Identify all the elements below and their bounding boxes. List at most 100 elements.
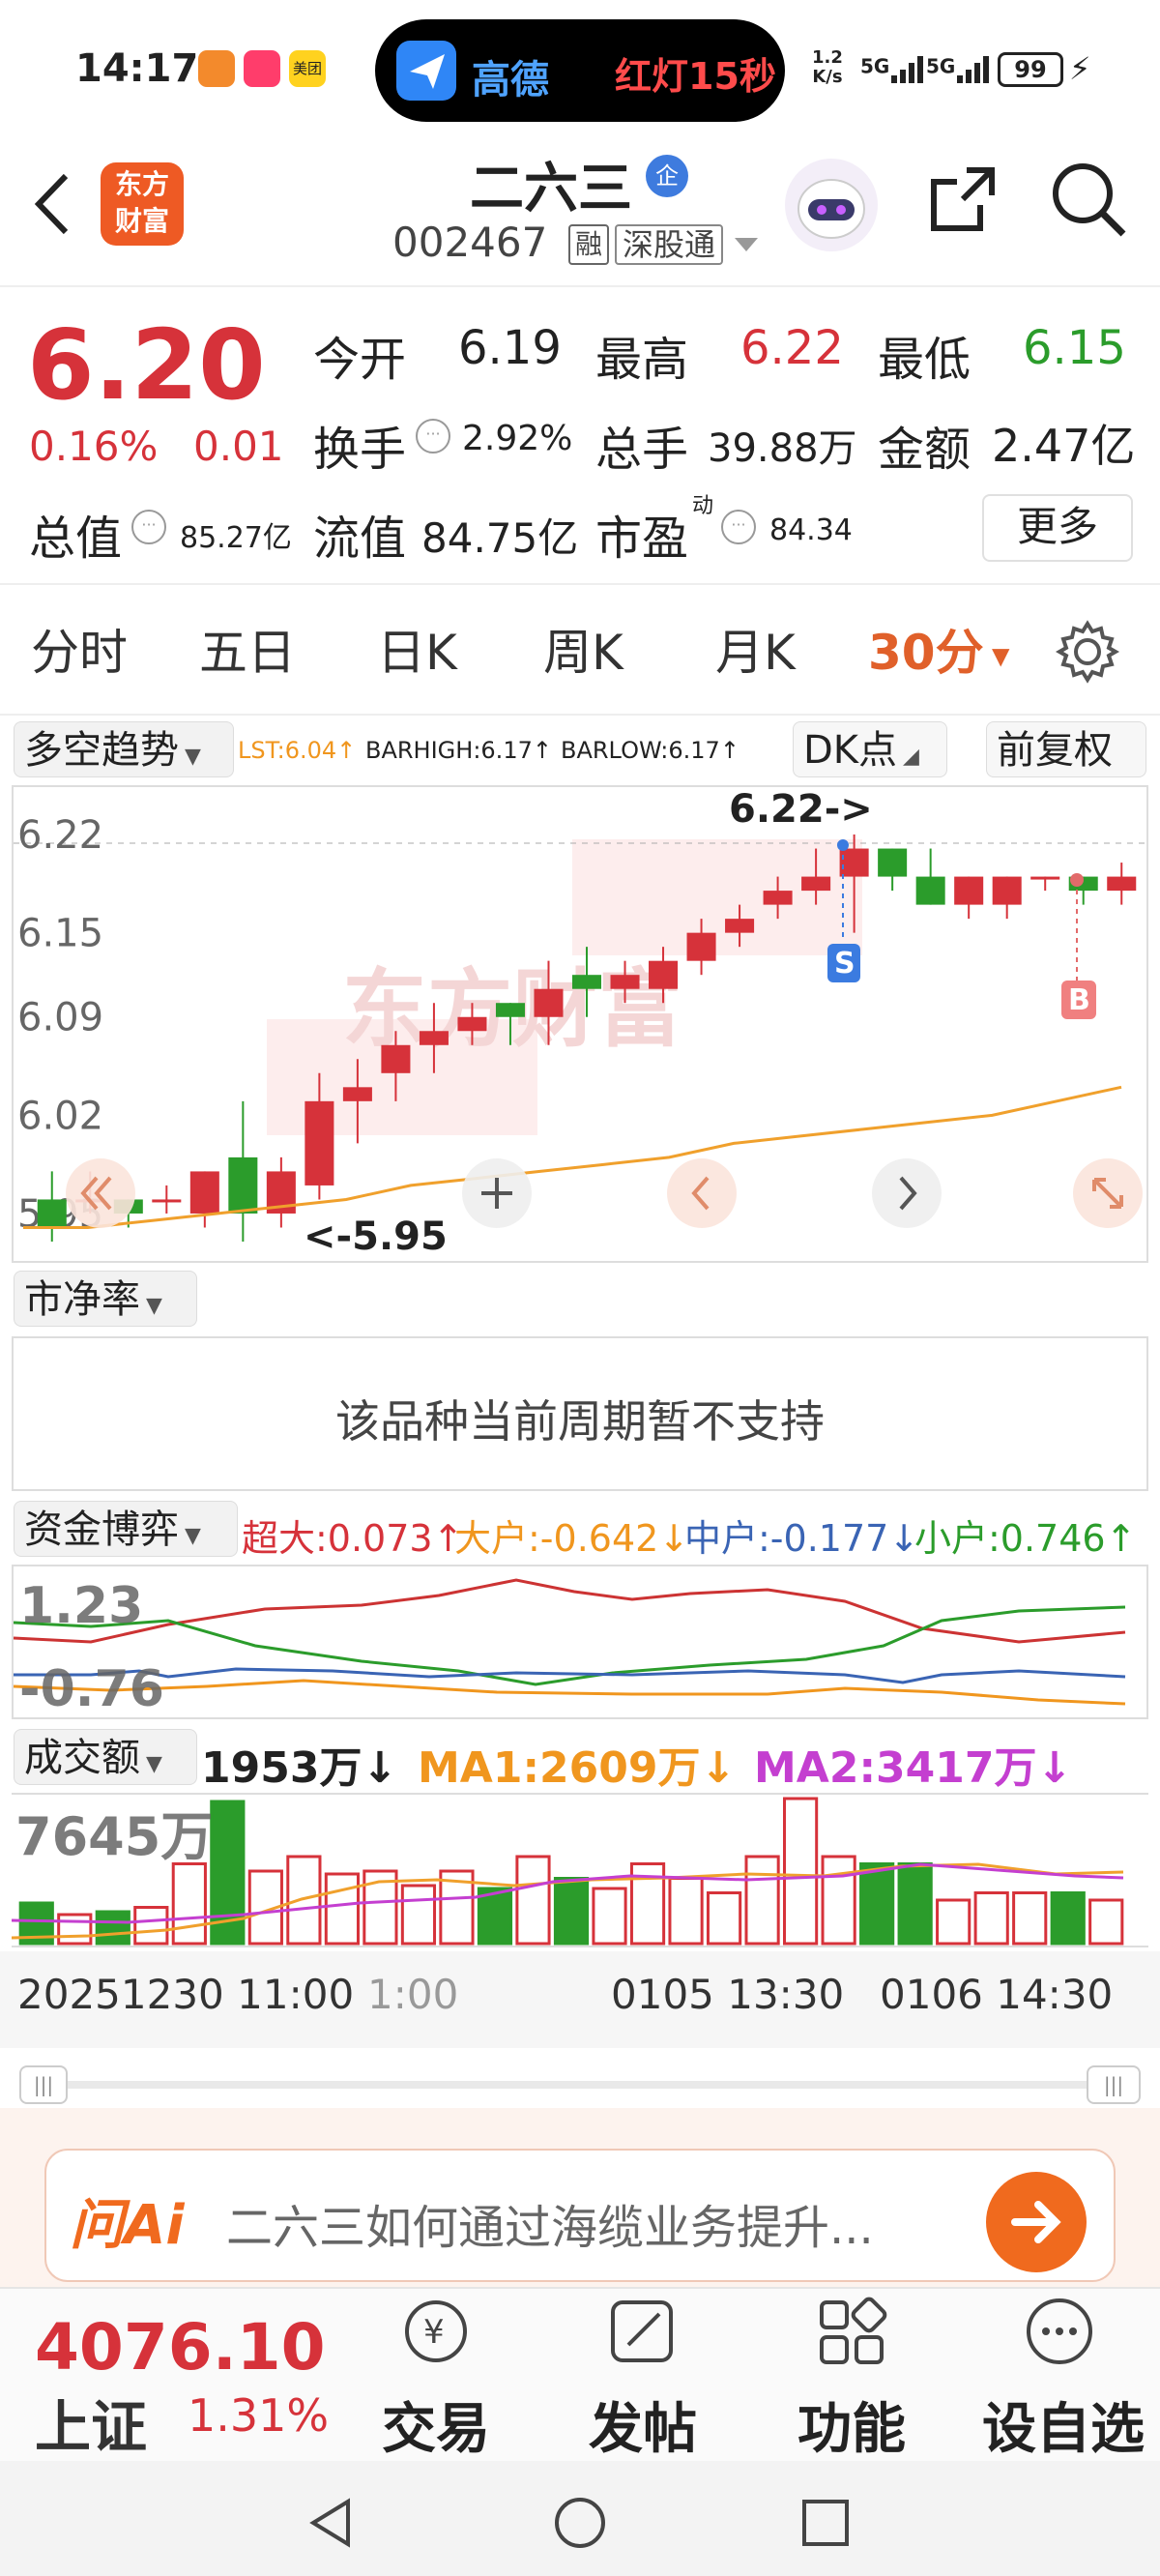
- x-axis: 20251230 11:00 1:00 0105 13:30 0106 14:3…: [0, 1951, 1160, 2048]
- nav-trade[interactable]: ¥ 交易: [363, 2289, 508, 2463]
- volume-ma1: MA1:2609万↓: [418, 1743, 737, 1793]
- slider-right-handle[interactable]: |||: [1087, 2065, 1141, 2104]
- tab-monthly-k[interactable]: 月K: [715, 614, 796, 684]
- volume-bar: [1050, 1891, 1086, 1946]
- total-mv-info-icon[interactable]: ···: [131, 510, 166, 544]
- ai-robot-avatar[interactable]: [785, 159, 878, 251]
- candle: [1107, 863, 1137, 905]
- more-button[interactable]: 更多: [982, 494, 1133, 562]
- eastmoney-logo[interactable]: 东方 财富: [101, 162, 184, 246]
- fullscreen-icon[interactable]: [1073, 1158, 1143, 1228]
- volume-bar: [515, 1855, 551, 1946]
- prev-icon[interactable]: [667, 1158, 737, 1228]
- svg-text:¥: ¥: [423, 2313, 445, 2352]
- more-icon: [1027, 2298, 1092, 2364]
- candle: [266, 1156, 296, 1228]
- fund-dropdown[interactable]: 资金博弈 ▼: [14, 1501, 238, 1557]
- scroll-left-icon[interactable]: [66, 1158, 135, 1228]
- fund-ytop-label: 1.23: [19, 1577, 143, 1635]
- total-mv-label: 总值: [29, 512, 123, 566]
- index-name[interactable]: 上证: [35, 2382, 147, 2463]
- volume-bar: [400, 1884, 437, 1946]
- volume-bar: [973, 1891, 1009, 1946]
- open-label: 今开: [313, 333, 407, 387]
- chevron-down-icon[interactable]: [733, 236, 760, 255]
- volume-chart-panel[interactable]: 7645万: [11, 1793, 1148, 1947]
- volume-indicator-row: 成交额 ▼ 1953万↓ MA1:2609万↓ MA2:3417万↓: [0, 1725, 1160, 1793]
- status-time: 14:17: [75, 46, 199, 91]
- settings-gear-icon[interactable]: [1056, 620, 1119, 684]
- unsupported-message: 该品种当前周期暂不支持: [335, 1395, 825, 1448]
- exchange-tag[interactable]: 深股通: [615, 224, 724, 265]
- small-value: 小户:0.746↑: [914, 1517, 1137, 1560]
- volume-ma2: MA2:3417万↓: [754, 1743, 1073, 1793]
- tab-30min[interactable]: 30分 ▼: [868, 614, 1009, 684]
- search-icon[interactable]: [1048, 159, 1129, 240]
- nav-post[interactable]: 发帖: [570, 2289, 715, 2463]
- pe-type-sup: 动: [692, 494, 714, 518]
- stock-code: 002467: [392, 219, 548, 266]
- nav-features[interactable]: 功能: [779, 2289, 924, 2463]
- fund-ybottom-label: -0.76: [19, 1660, 164, 1717]
- slider-left-handle[interactable]: |||: [19, 2065, 68, 2104]
- index-value[interactable]: 4076.10: [35, 2310, 326, 2385]
- share-icon[interactable]: [924, 161, 1001, 238]
- volume-bar: [57, 1913, 93, 1946]
- nav-home-icon[interactable]: [553, 2496, 607, 2550]
- next-icon[interactable]: [872, 1158, 942, 1228]
- volume-bar: [706, 1891, 742, 1946]
- dk-point-button[interactable]: DK点 ◢: [793, 721, 947, 777]
- tab-daily-k[interactable]: 日K: [377, 614, 457, 684]
- fund-indicator-row: 资金博弈 ▼ 超大:0.073↑ 大户:-0.642↓ 中户:-0.177↓ 小户…: [0, 1497, 1160, 1560]
- nav-add-watchlist[interactable]: 设自选: [967, 2289, 1160, 2463]
- tab-intraday[interactable]: 分时: [31, 614, 128, 684]
- adjust-button[interactable]: 前复权: [986, 721, 1146, 777]
- turnover-value: 2.92%: [462, 419, 573, 458]
- volume-chart: 7645万: [11, 1797, 1124, 1946]
- turnover-label: 换手: [313, 423, 407, 477]
- candle: [992, 876, 1022, 920]
- dynamic-island[interactable]: 高德 红灯15秒: [375, 19, 785, 122]
- stock-header: 东方 财富 二六三 企 002467 融 深股通: [0, 135, 1160, 285]
- volume-bar: [859, 1862, 895, 1946]
- volume-bar: [936, 1898, 972, 1946]
- volume-bar: [133, 1906, 169, 1946]
- ai-ask-bar[interactable]: 问Ai 二六三如何通过海缆业务提升...: [44, 2149, 1116, 2282]
- volume-bar: [1012, 1891, 1048, 1946]
- medium-value: 中户:-0.177↓: [684, 1517, 920, 1560]
- ai-logo: 问Ai: [70, 2194, 185, 2257]
- tab-five-day[interactable]: 五日: [199, 614, 296, 684]
- sell-marker-label: S: [834, 947, 856, 981]
- max-price-label: 6.22->: [729, 787, 873, 832]
- volume-bar: [553, 1877, 590, 1946]
- volume-value: 39.88万: [708, 426, 857, 471]
- candle: [954, 876, 984, 920]
- volume-bar: [783, 1797, 819, 1946]
- volume-dropdown[interactable]: 成交额 ▼: [14, 1729, 197, 1785]
- pb-dropdown[interactable]: 市净率 ▼: [14, 1271, 197, 1327]
- high-value: 6.22: [740, 321, 844, 375]
- back-icon[interactable]: [27, 170, 75, 238]
- pb-indicator-row: 市净率 ▼: [0, 1267, 1160, 1330]
- tab-weekly-k[interactable]: 周K: [543, 614, 624, 684]
- turnover-info-icon[interactable]: ···: [416, 419, 450, 454]
- nav-recents-icon[interactable]: [800, 2498, 851, 2548]
- y-tick-label: 6.22: [17, 813, 103, 858]
- highlight-zone: [572, 839, 862, 955]
- meituan-icon: 美团: [289, 50, 326, 87]
- volume-bar: [324, 1872, 360, 1946]
- range-slider[interactable]: ||| |||: [19, 2065, 1141, 2104]
- change-amount: 0.01: [193, 423, 284, 470]
- bottom-nav: 4076.10 上证 1.31% ¥ 交易 发帖 功能 设自选: [0, 2287, 1160, 2461]
- kline-chart-panel[interactable]: 东方财富 6.226.156.096.025.95 6.22-> <-5.95 …: [12, 785, 1150, 1263]
- candle: [1030, 876, 1060, 892]
- pe-info-icon[interactable]: ···: [721, 510, 756, 544]
- ai-submit-button[interactable]: [986, 2172, 1087, 2272]
- nav-back-icon[interactable]: [304, 2496, 358, 2550]
- fund-chart-panel[interactable]: 1.23 -0.76: [12, 1565, 1148, 1719]
- indicator-dropdown[interactable]: 多空趋势 ▼: [14, 721, 234, 777]
- kline-chart[interactable]: 东方财富 6.226.156.096.025.95 6.22-> <-5.95 …: [14, 787, 1150, 1261]
- y-tick-label: 6.02: [17, 1094, 103, 1138]
- barhigh-value: BARHIGH:6.17↑: [365, 737, 552, 764]
- zoom-in-icon[interactable]: [462, 1158, 532, 1228]
